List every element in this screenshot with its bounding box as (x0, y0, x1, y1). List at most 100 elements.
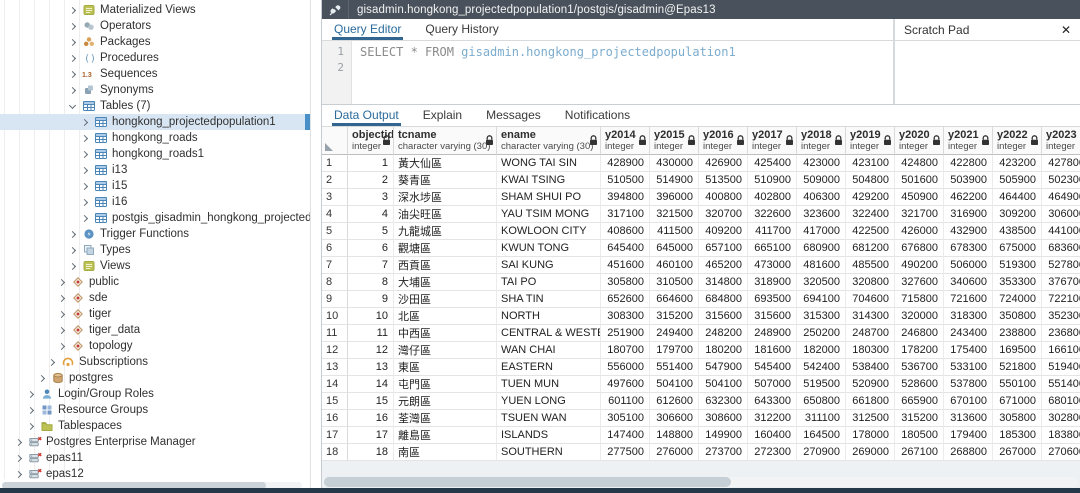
grid-cell[interactable]: 2 (348, 172, 394, 189)
chevron-right-icon[interactable] (27, 406, 34, 413)
chevron-right-icon[interactable] (69, 230, 76, 237)
grid-cell[interactable]: CENTRAL & WESTERN (497, 325, 601, 342)
grid-cell[interactable]: 676800 (895, 240, 944, 257)
grid-cell[interactable]: WONG TAI SIN (497, 155, 601, 172)
tree-item-i13[interactable]: i13 (0, 162, 310, 178)
grid-cell[interactable]: 505900 (993, 172, 1042, 189)
chevron-right-icon[interactable] (58, 278, 65, 285)
grid-cell[interactable]: 550100 (993, 376, 1042, 393)
grid-cell[interactable]: 267100 (895, 444, 944, 461)
grid-cell[interactable]: 664600 (650, 291, 699, 308)
grid-cell[interactable]: 394800 (601, 189, 650, 206)
grid-cell[interactable]: 533100 (944, 359, 993, 376)
chevron-right-icon[interactable] (15, 438, 22, 445)
grid-cell[interactable]: 680100 (1042, 393, 1080, 410)
grid-cell[interactable]: 九龍城區 (394, 223, 497, 240)
grid-cell[interactable]: 465200 (699, 257, 748, 274)
grid-cell[interactable]: 182000 (797, 342, 846, 359)
grid-cell[interactable]: 248900 (748, 325, 797, 342)
grid-cell[interactable]: 481600 (797, 257, 846, 274)
tree-item-public[interactable]: public (0, 274, 310, 290)
grid-cell[interactable]: 451600 (601, 257, 650, 274)
grid-cell[interactable]: 313600 (944, 410, 993, 427)
grid-cell[interactable]: 318900 (748, 274, 797, 291)
grid-cell[interactable]: 荃灣區 (394, 410, 497, 427)
grid-cell[interactable]: 657100 (699, 240, 748, 257)
grid-cell[interactable]: 4 (348, 206, 394, 223)
grid-cell[interactable]: 632300 (699, 393, 748, 410)
chevron-right-icon[interactable] (69, 22, 76, 29)
grid-cell[interactable]: 661800 (846, 393, 895, 410)
chevron-right-icon[interactable] (69, 246, 76, 253)
grid-cell[interactable]: EASTERN (497, 359, 601, 376)
chevron-right-icon[interactable] (81, 134, 88, 141)
tree-item-postgres[interactable]: postgres (0, 370, 310, 386)
grid-cell[interactable]: 450900 (895, 189, 944, 206)
grid-cell[interactable]: 315600 (699, 308, 748, 325)
grid-cell[interactable]: 306600 (650, 410, 699, 427)
grid-cell[interactable]: 315200 (650, 308, 699, 325)
grid-cell[interactable]: 536700 (895, 359, 944, 376)
grid-cell[interactable]: KOWLOON CITY (497, 223, 601, 240)
chevron-right-icon[interactable] (27, 422, 34, 429)
grid-cell[interactable]: 551400 (650, 359, 699, 376)
grid-cell[interactable]: 643300 (748, 393, 797, 410)
tree-item-hongkong-roads[interactable]: hongkong_roads (0, 130, 310, 146)
grid-cell[interactable]: 426000 (895, 223, 944, 240)
chevron-right-icon[interactable] (58, 326, 65, 333)
grid-cell[interactable]: 353300 (993, 274, 1042, 291)
grid-cell[interactable]: 400800 (699, 189, 748, 206)
column-header-y2017[interactable]: y2017integer (748, 127, 797, 155)
chevron-right-icon[interactable] (81, 150, 88, 157)
grid-cell[interactable]: SAI KUNG (497, 257, 601, 274)
grid-cell[interactable]: 411500 (650, 223, 699, 240)
grid-cell[interactable]: 506000 (944, 257, 993, 274)
grid-cell[interactable]: TUEN MUN (497, 376, 601, 393)
grid-cell[interactable]: 721600 (944, 291, 993, 308)
grid-cell[interactable]: 312200 (748, 410, 797, 427)
grid-cell[interactable]: 694100 (797, 291, 846, 308)
grid-cell[interactable]: 423100 (846, 155, 895, 172)
row-number[interactable]: 10 (322, 308, 348, 325)
grid-cell[interactable]: 317100 (601, 206, 650, 223)
tree-item-operators[interactable]: Operators (0, 18, 310, 34)
grid-cell[interactable]: 678300 (944, 240, 993, 257)
select-all-corner[interactable] (322, 127, 348, 155)
grid-cell[interactable]: 164500 (797, 427, 846, 444)
grid-cell[interactable]: 17 (348, 427, 394, 444)
grid-cell[interactable]: 681200 (846, 240, 895, 257)
grid-cell[interactable]: 683600 (1042, 240, 1080, 257)
row-number[interactable]: 8 (322, 274, 348, 291)
row-number[interactable]: 2 (322, 172, 348, 189)
grid-cell[interactable]: 320800 (846, 274, 895, 291)
grid-cell[interactable]: SHA TIN (497, 291, 601, 308)
grid-cell[interactable]: 509000 (797, 172, 846, 189)
tree-item-tiger-data[interactable]: tiger_data (0, 322, 310, 338)
tree-item-tables-7[interactable]: Tables (7) (0, 98, 310, 114)
grid-cell[interactable]: 693500 (748, 291, 797, 308)
grid-cell[interactable]: 灣仔區 (394, 342, 497, 359)
grid-cell[interactable]: 510900 (748, 172, 797, 189)
grid-cell[interactable]: 169500 (993, 342, 1042, 359)
grid-cell[interactable]: 觀塘區 (394, 240, 497, 257)
grid-cell[interactable]: 665900 (895, 393, 944, 410)
grid-cell[interactable]: 513500 (699, 172, 748, 189)
grid-cell[interactable]: 315200 (895, 410, 944, 427)
grid-cell[interactable]: 423000 (797, 155, 846, 172)
grid-cell[interactable]: 507000 (748, 376, 797, 393)
grid-cell[interactable]: 438500 (993, 223, 1042, 240)
tree-item-topology[interactable]: topology (0, 338, 310, 354)
chevron-right-icon[interactable] (81, 118, 88, 125)
tree-item-hongkong-projectedpopulation1[interactable]: hongkong_projectedpopulation1 (0, 114, 310, 130)
tree-item-procedures[interactable]: ()Procedures (0, 50, 310, 66)
grid-cell[interactable]: 612600 (650, 393, 699, 410)
tab-explain[interactable]: Explain (421, 105, 464, 126)
grid-cell[interactable]: 302800 (1042, 410, 1080, 427)
grid-cell[interactable]: 504100 (650, 376, 699, 393)
chevron-right-icon[interactable] (81, 214, 88, 221)
grid-cell[interactable]: 441000 (1042, 223, 1080, 240)
tree-item-resource-groups[interactable]: Resource Groups (0, 402, 310, 418)
row-number[interactable]: 5 (322, 223, 348, 240)
tab-data-output[interactable]: Data Output (332, 105, 401, 126)
grid-cell[interactable]: 12 (348, 342, 394, 359)
